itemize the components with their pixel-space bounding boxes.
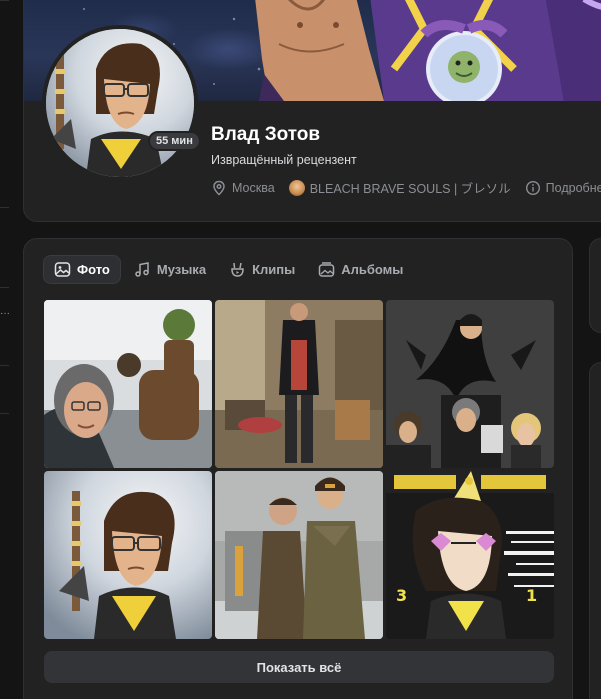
albums-icon [318, 262, 335, 277]
more-dots-icon[interactable]: ··· [0, 309, 10, 319]
photo-thumbnail[interactable] [215, 300, 383, 468]
tab-music-label: Музыка [156, 262, 207, 277]
sidebar-divider [0, 287, 9, 288]
details-label: Подробне [545, 180, 601, 195]
city-info[interactable]: Москва [211, 180, 275, 196]
online-time-badge: 55 мин [148, 131, 201, 151]
media-tabs: Фото Музыка Клипы Альбомы [43, 255, 416, 284]
show-all-button[interactable]: Показать всё [44, 651, 554, 683]
clips-icon [231, 262, 244, 277]
tab-albums-label: Альбомы [341, 262, 404, 277]
left-sidebar-fragment: ··· [0, 0, 12, 699]
sidebar-divider [0, 365, 9, 366]
tab-clips-label: Клипы [252, 262, 296, 277]
sidebar-divider [0, 0, 9, 1]
photo-thumbnail[interactable] [44, 300, 212, 468]
sidebar-divider [0, 413, 9, 414]
avatar[interactable] [42, 25, 198, 181]
svg-text:3: 3 [396, 586, 407, 605]
right-column-card [589, 238, 601, 333]
page: ··· 55 мин Влад Зотов Извращённый реценз… [0, 0, 601, 699]
profile-info-row: Москва BLEACH BRAVE SOULS | ブレソル Подробн… [211, 178, 601, 197]
tab-music[interactable]: Музыка [124, 255, 216, 284]
tab-photos-label: Фото [77, 262, 110, 277]
photo-thumbnail[interactable] [44, 471, 212, 639]
photo-thumbnail[interactable]: 3 1 [386, 471, 554, 639]
profile-status: Извращённый рецензент [211, 153, 357, 167]
music-icon [135, 262, 149, 277]
city-label: Москва [232, 180, 275, 195]
profile-card: 55 мин Влад Зотов Извращённый рецензент … [23, 0, 601, 222]
svg-text:1: 1 [526, 586, 537, 605]
details-link[interactable]: Подробне [525, 180, 601, 196]
photo-thumbnail[interactable] [386, 300, 554, 468]
tab-clips[interactable]: Клипы [219, 255, 305, 284]
game-avatar-icon [288, 179, 305, 196]
photo-thumbnail[interactable] [215, 471, 383, 639]
right-column-card [589, 362, 601, 699]
sidebar-divider [0, 207, 9, 208]
tab-photos[interactable]: Фото [43, 255, 121, 284]
location-pin-icon [213, 180, 225, 196]
tab-albums[interactable]: Альбомы [308, 255, 413, 284]
profile-name: Влад Зотов [211, 124, 321, 145]
game-label: BLEACH BRAVE SOULS | ブレソル [309, 182, 511, 196]
media-card: Фото Музыка Клипы Альбомы 3 1 Показать в… [23, 238, 573, 699]
info-icon [525, 180, 540, 195]
game-info[interactable]: BLEACH BRAVE SOULS | ブレソル [288, 178, 511, 197]
photo-icon [54, 262, 71, 277]
photo-grid: 3 1 [44, 300, 554, 639]
